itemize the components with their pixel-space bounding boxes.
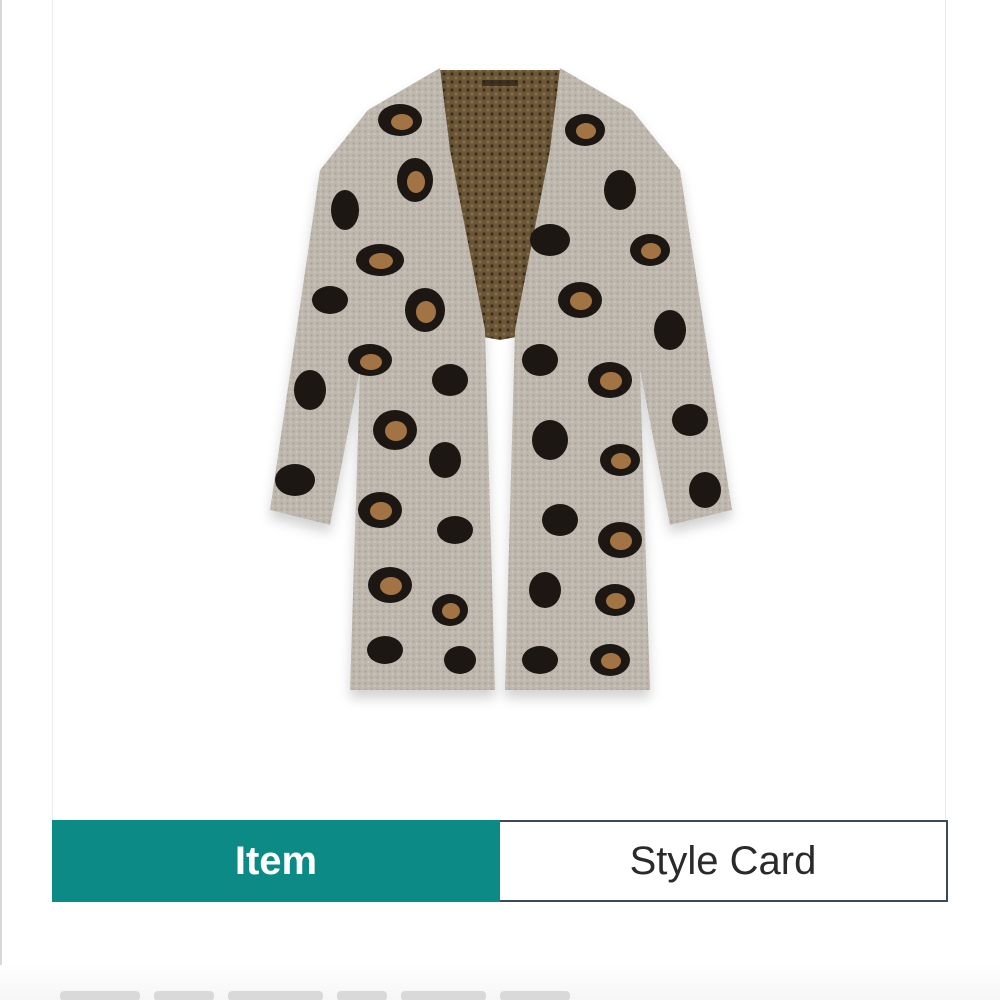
cardigan-image bbox=[270, 68, 732, 690]
app-screen: Item Style Card bbox=[0, 0, 1000, 1000]
description-placeholder bbox=[60, 985, 620, 1000]
item-style-card-toggle: Item Style Card bbox=[52, 820, 948, 902]
product-image[interactable] bbox=[250, 40, 750, 760]
tab-item[interactable]: Item bbox=[52, 820, 500, 902]
screen-edge bbox=[0, 0, 2, 1000]
tab-style-card[interactable]: Style Card bbox=[500, 820, 948, 902]
